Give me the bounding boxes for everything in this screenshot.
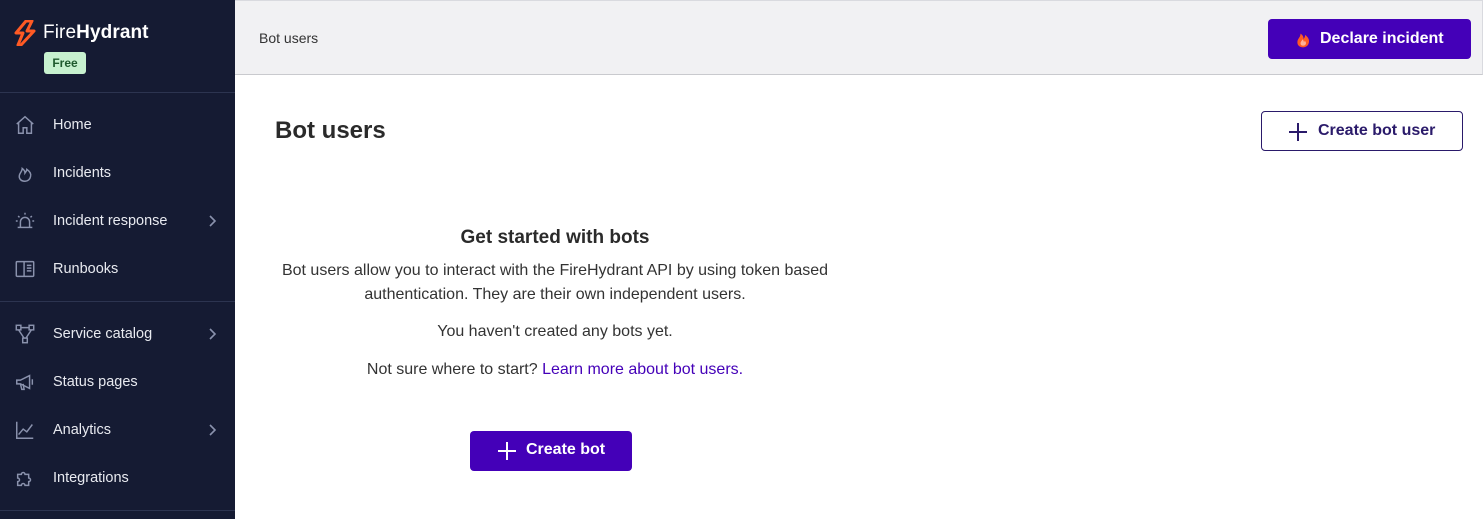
create-bot-user-button[interactable]: Create bot user [1261, 111, 1463, 151]
sidebar-item-home[interactable]: Home [0, 105, 235, 145]
sidebar-item-label: Runbooks [53, 261, 119, 277]
chevron-right-icon [209, 424, 217, 436]
sidebar-item-label: Analytics [53, 422, 112, 438]
brand-logo[interactable]: FireHydrant [12, 20, 149, 46]
plus-icon [498, 442, 516, 460]
create-bot-button[interactable]: Create bot [470, 431, 632, 471]
declare-incident-button[interactable]: Declare incident [1268, 19, 1471, 59]
create-bot-label: Create bot [526, 441, 606, 458]
sidebar-item-status-pages[interactable]: Status pages [0, 362, 235, 402]
siren-icon [13, 209, 37, 233]
sidebar-divider [0, 301, 235, 302]
empty-state: Get started with bots Bot users allow yo… [275, 225, 835, 379]
sidebar-divider [0, 510, 235, 511]
empty-state-description: Bot users allow you to interact with the… [281, 262, 829, 303]
brand-name: FireHydrant [43, 22, 149, 43]
flame-icon [1297, 33, 1310, 48]
top-bar: Bot users Declare incident [235, 0, 1483, 75]
sidebar-item-label: Status pages [53, 374, 138, 390]
chevron-right-icon [209, 328, 217, 340]
sidebar-item-label: Service catalog [53, 326, 153, 342]
sidebar-item-service-catalog[interactable]: Service catalog [0, 314, 235, 354]
sidebar-item-analytics[interactable]: Analytics [0, 410, 235, 450]
sidebar-item-label: Home [53, 117, 92, 133]
puzzle-icon [13, 466, 37, 490]
empty-state-help: Not sure where to start? Learn more abou… [275, 361, 835, 379]
sidebar: FireHydrant Free Home Incidents Incident… [0, 0, 235, 519]
chart-icon [13, 418, 37, 442]
empty-state-none-text: You haven't created any bots yet. [437, 323, 673, 340]
book-icon [13, 257, 37, 281]
sidebar-divider [0, 92, 235, 93]
graph-icon [13, 322, 37, 346]
chevron-right-icon [209, 215, 217, 227]
plan-badge: Free [44, 52, 86, 74]
empty-state-title: Get started with bots [460, 227, 650, 248]
plus-icon [1289, 123, 1307, 141]
sidebar-item-label: Incidents [53, 165, 112, 181]
help-prefix: Not sure where to start? [366, 361, 538, 378]
learn-more-link[interactable]: Learn more about bot users. [542, 361, 743, 378]
create-bot-user-label: Create bot user [1318, 122, 1436, 139]
sidebar-item-label: Integrations [53, 470, 129, 486]
home-icon [13, 113, 37, 137]
breadcrumb[interactable]: Bot users [259, 30, 318, 46]
sidebar-item-runbooks[interactable]: Runbooks [0, 249, 235, 289]
sidebar-item-integrations[interactable]: Integrations [0, 458, 235, 498]
flame-icon [13, 161, 37, 185]
page-title: Bot users [275, 117, 386, 144]
megaphone-icon [13, 370, 37, 394]
sidebar-item-incident-response[interactable]: Incident response [0, 201, 235, 241]
sidebar-item-incidents[interactable]: Incidents [0, 153, 235, 193]
main-content: Bot users Create bot user Get started wi… [235, 75, 1483, 519]
firehydrant-logo-icon [14, 20, 36, 46]
declare-incident-label: Declare incident [1320, 30, 1444, 47]
sidebar-item-label: Incident response [53, 213, 168, 229]
